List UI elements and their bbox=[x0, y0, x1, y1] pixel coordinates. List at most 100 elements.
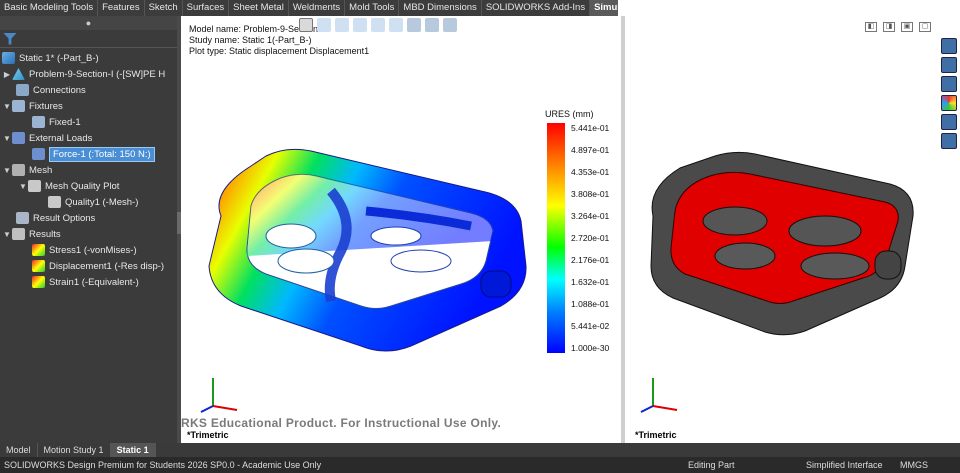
connections-icon bbox=[16, 84, 29, 96]
educational-watermark: RKS Educational Product. For Instruction… bbox=[181, 416, 502, 430]
collapse-arrow-icon[interactable]: ▼ bbox=[2, 134, 12, 143]
simulation-study-tree: ● Static 1* (-Part_B-) ▶ Problem-9-Secti… bbox=[0, 16, 177, 443]
coordinate-triad-icon bbox=[200, 378, 238, 413]
filter-icon[interactable] bbox=[3, 32, 17, 45]
legend-title: URES (mm) bbox=[545, 109, 594, 119]
tree-item-label: Static 1* (-Part_B-) bbox=[19, 52, 99, 64]
legend-value: 4.353e-01 bbox=[571, 167, 610, 177]
tab-features[interactable]: Features bbox=[98, 0, 145, 16]
view-orientation-label: *Trimetric bbox=[635, 430, 677, 440]
legend-value: 1.088e-01 bbox=[571, 299, 610, 309]
tree-item-fixed-1[interactable]: Fixed-1 bbox=[32, 114, 81, 130]
tab-solidworks-add-ins[interactable]: SOLIDWORKS Add-Ins bbox=[482, 0, 591, 16]
tab-model[interactable]: Model bbox=[0, 443, 38, 457]
tab-sheet-metal[interactable]: Sheet Metal bbox=[229, 0, 289, 16]
bottom-tabs: Model Motion Study 1 Static 1 bbox=[0, 443, 960, 457]
expand-arrow-icon[interactable]: ▶ bbox=[2, 70, 12, 79]
part-icon bbox=[12, 68, 25, 80]
tree-item-label: Connections bbox=[33, 84, 86, 96]
tab-sketch[interactable]: Sketch bbox=[145, 0, 183, 16]
tree-item-mesh[interactable]: ▼ Mesh bbox=[2, 162, 52, 178]
tree-item-quality1[interactable]: Quality1 (-Mesh-) bbox=[48, 194, 138, 210]
result-options-icon bbox=[16, 212, 29, 224]
pedal-body bbox=[208, 148, 527, 352]
solidworks-resources-icon[interactable] bbox=[941, 38, 957, 54]
status-units[interactable]: MMGS bbox=[900, 457, 928, 473]
external-loads-icon bbox=[12, 132, 25, 144]
tab-motion-study-1[interactable]: Motion Study 1 bbox=[38, 443, 111, 457]
status-product: SOLIDWORKS Design Premium for Students 2… bbox=[4, 460, 322, 470]
panel-grip-icon[interactable]: ● bbox=[0, 16, 177, 30]
tree-filter-bar bbox=[0, 30, 177, 48]
legend-value: 5.441e-02 bbox=[571, 321, 610, 331]
folder-icon bbox=[28, 180, 41, 192]
fixtures-icon bbox=[12, 100, 25, 112]
task-pane-tabs bbox=[941, 38, 959, 149]
collapse-arrow-icon[interactable]: ▼ bbox=[2, 230, 12, 239]
appearances-icon[interactable] bbox=[941, 95, 957, 111]
legend-value: 3.264e-01 bbox=[571, 211, 610, 221]
tree-item-stress1[interactable]: Stress1 (-vonMises-) bbox=[32, 242, 137, 258]
tree-item-fixtures[interactable]: ▼ Fixtures bbox=[2, 98, 63, 114]
stress-plot-icon bbox=[32, 244, 45, 256]
tree-item-force-1[interactable]: Force-1 (:Total: 150 N:) bbox=[32, 146, 155, 162]
design-library-icon[interactable] bbox=[941, 57, 957, 73]
tree-item-mesh-quality-plot[interactable]: ▼ Mesh Quality Plot bbox=[18, 178, 119, 194]
custom-properties-icon[interactable] bbox=[941, 133, 957, 149]
command-manager-tabs: Basic Modeling Tools Features Sketch Sur… bbox=[0, 0, 648, 16]
collapse-arrow-icon[interactable]: ▼ bbox=[2, 166, 12, 175]
tab-mold-tools[interactable]: Mold Tools bbox=[345, 0, 400, 16]
solidworks-window: Basic Modeling Tools Features Sketch Sur… bbox=[0, 0, 960, 473]
coordinate-triad-icon bbox=[640, 378, 678, 413]
tree-item-label: Mesh bbox=[29, 164, 53, 176]
tree-item-label: Problem-9-Section-I (-[SW]PE H bbox=[29, 68, 166, 80]
tree-item-label: Mesh Quality Plot bbox=[45, 180, 120, 192]
status-bar: SOLIDWORKS Design Premium for Students 2… bbox=[0, 457, 960, 473]
legend-value: 1.632e-01 bbox=[571, 277, 610, 287]
tree-item-label: Strain1 (-Equivalent-) bbox=[49, 276, 139, 288]
tree-item-part[interactable]: ▶ Problem-9-Section-I (-[SW]PE H bbox=[2, 66, 165, 82]
tree-item-label: External Loads bbox=[29, 132, 93, 144]
graphics-viewport-model[interactable]: ◧ ◨ ▣ ▢ *Trimetric bbox=[625, 16, 960, 443]
legend-value: 5.441e-01 bbox=[571, 123, 610, 133]
quality-plot-icon bbox=[48, 196, 61, 208]
strain-plot-icon bbox=[32, 276, 45, 288]
status-interface[interactable]: Simplified Interface bbox=[806, 457, 883, 473]
tabs-right-blank bbox=[618, 0, 960, 16]
legend-value: 1.000e-30 bbox=[571, 343, 610, 353]
tree-item-label-selected: Force-1 (:Total: 150 N:) bbox=[49, 146, 155, 162]
tab-weldments[interactable]: Weldments bbox=[289, 0, 346, 16]
legend-color-bar bbox=[547, 123, 565, 353]
tab-surfaces[interactable]: Surfaces bbox=[183, 0, 230, 16]
tree-item-strain1[interactable]: Strain1 (-Equivalent-) bbox=[32, 274, 139, 290]
tree-item-label: Stress1 (-vonMises-) bbox=[49, 244, 137, 256]
legend-value: 2.176e-01 bbox=[571, 255, 610, 265]
tree-item-study[interactable]: Static 1* (-Part_B-) bbox=[2, 50, 99, 66]
tree-item-label: Displacement1 (-Res disp-) bbox=[49, 260, 165, 272]
legend-value: 4.897e-01 bbox=[571, 145, 610, 155]
status-mode: Editing Part bbox=[688, 460, 735, 470]
tab-mbd-dimensions[interactable]: MBD Dimensions bbox=[399, 0, 482, 16]
view-palette-icon[interactable] bbox=[941, 114, 957, 130]
graphics-viewport-results[interactable]: Model name: Problem-9-Section Study name… bbox=[181, 16, 621, 443]
tree-item-label: Result Options bbox=[33, 212, 96, 224]
legend-value: 2.720e-01 bbox=[571, 233, 610, 243]
force-icon bbox=[32, 148, 45, 160]
tree-item-results[interactable]: ▼ Results bbox=[2, 226, 61, 242]
tree-item-label: Results bbox=[29, 228, 61, 240]
tree-item-external-loads[interactable]: ▼ External Loads bbox=[2, 130, 92, 146]
tab-static-1[interactable]: Static 1 bbox=[110, 443, 156, 457]
tree-item-result-options[interactable]: Result Options bbox=[16, 210, 95, 226]
pedal-body-gray bbox=[650, 151, 914, 336]
collapse-arrow-icon[interactable]: ▼ bbox=[18, 182, 28, 191]
tree-item-label: Quality1 (-Mesh-) bbox=[65, 196, 139, 208]
collapse-arrow-icon[interactable]: ▼ bbox=[2, 102, 12, 111]
fixed-geometry-icon bbox=[32, 116, 45, 128]
file-explorer-icon[interactable] bbox=[941, 76, 957, 92]
tab-basic-modeling-tools[interactable]: Basic Modeling Tools bbox=[0, 0, 99, 16]
tree-item-displacement1[interactable]: Displacement1 (-Res disp-) bbox=[32, 258, 164, 274]
tree-item-label: Fixed-1 bbox=[49, 116, 81, 128]
mesh-icon bbox=[12, 164, 25, 176]
study-icon bbox=[2, 52, 15, 64]
tree-item-connections[interactable]: Connections bbox=[16, 82, 86, 98]
